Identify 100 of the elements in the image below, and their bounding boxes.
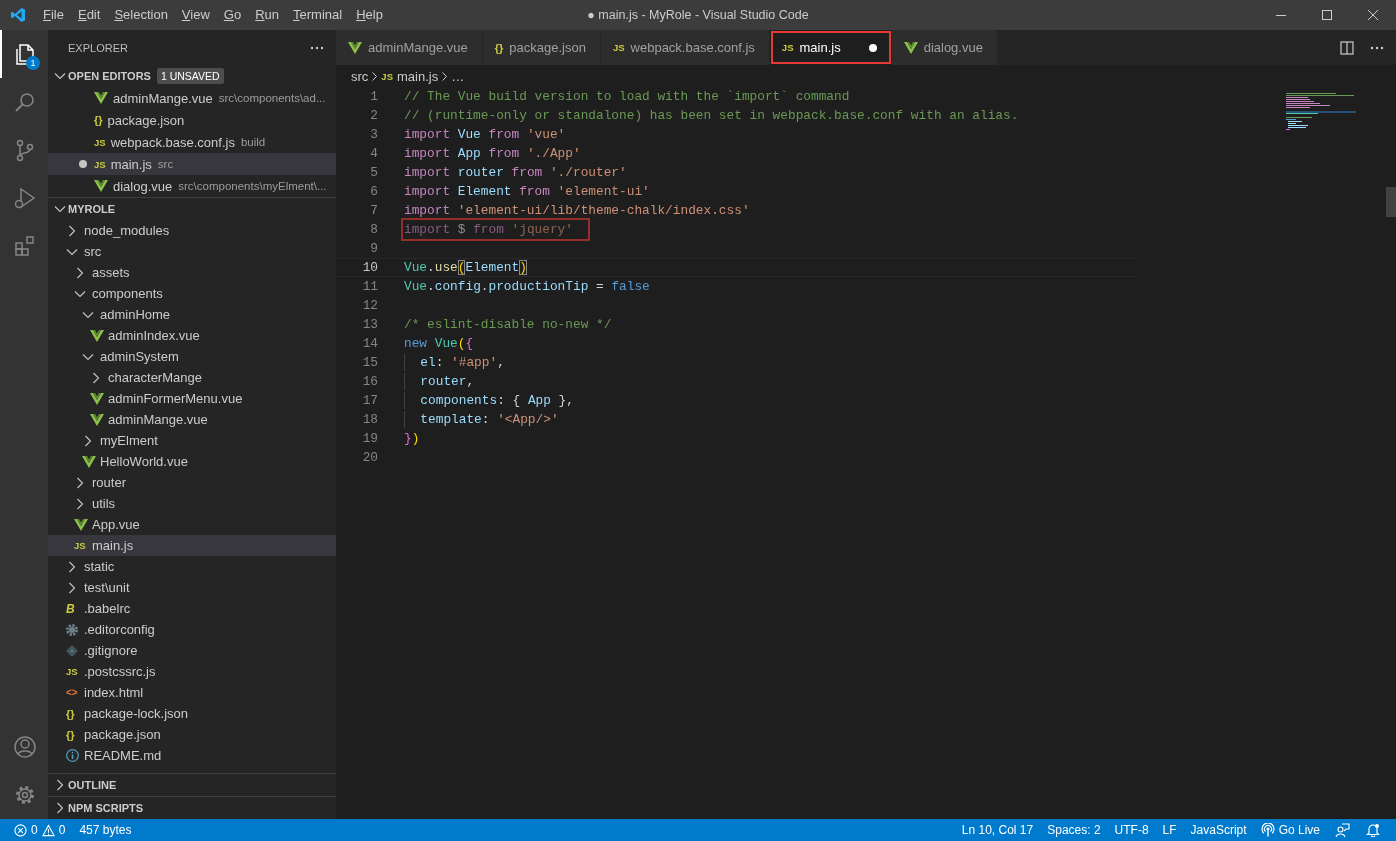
tree-item[interactable]: adminMange.vue (48, 409, 336, 430)
chevron-right-icon (54, 779, 66, 791)
chevron-down-icon (82, 310, 94, 319)
open-editor-item[interactable]: JS webpack.base.conf.js build (48, 131, 336, 153)
tree-item[interactable]: characterMange (48, 367, 336, 388)
line-number: 11 (361, 279, 379, 294)
tree-item[interactable]: static (48, 556, 336, 577)
breadcrumb-item[interactable]: main.js (396, 68, 439, 84)
extensions-icon[interactable] (13, 234, 37, 258)
play-bug-icon[interactable] (13, 186, 37, 210)
breadcrumb-item[interactable]: src (351, 68, 369, 84)
info-icon (66, 749, 79, 762)
js-file-icon: JS (66, 666, 78, 677)
tree-item[interactable]: {} package-lock.json (48, 703, 336, 724)
tree-item[interactable]: <> index.html (48, 682, 336, 703)
menu-item[interactable]: Run (248, 0, 287, 30)
maximize-icon[interactable] (1322, 10, 1332, 20)
code-line: // The Vue build version to load with the `import` command (404, 88, 850, 105)
tree-item[interactable]: {} package.json (48, 724, 336, 745)
account-icon[interactable] (13, 735, 37, 759)
line-number: 10 (361, 260, 379, 275)
line-number: 12 (361, 298, 379, 313)
tree-item[interactable]: .gitignore (48, 640, 336, 661)
open-editor-item[interactable]: dialog.vue src\components\myElment\... (48, 175, 336, 197)
vue-logo-icon (903, 41, 918, 54)
editor-tab[interactable]: JS main.js (769, 30, 892, 65)
tree-item[interactable]: B .babelrc (48, 598, 336, 619)
tree-item[interactable]: test\unit (48, 577, 336, 598)
code-line: import Vue from 'vue' (404, 126, 566, 143)
problems-indicator[interactable]: 0 0 (0, 819, 73, 841)
tree-item[interactable]: router (48, 472, 336, 493)
minimize-icon[interactable] (1276, 14, 1286, 16)
scrollbar-thumb[interactable] (1386, 187, 1396, 217)
line-number: 15 (361, 355, 379, 370)
tree-item[interactable]: components (48, 283, 336, 304)
more-icon[interactable] (310, 45, 324, 50)
go-live-button[interactable]: Go Live (1253, 819, 1327, 841)
status-item[interactable]: LF (1155, 819, 1184, 841)
vue-logo-icon (94, 92, 108, 104)
menu-item[interactable]: Help (349, 0, 390, 30)
section-header[interactable]: OUTLINE (48, 773, 336, 796)
chevron-right-icon (66, 224, 78, 237)
tree-item[interactable]: src (48, 241, 336, 262)
section-header[interactable]: OPEN EDITORS 1 UNSAVED (48, 65, 336, 87)
status-item[interactable]: 457 bytes (72, 819, 139, 841)
tree-item[interactable]: utils (48, 493, 336, 514)
vue-logo-icon (90, 392, 104, 405)
tree-item[interactable]: README.md (48, 745, 336, 766)
search-icon[interactable] (13, 90, 37, 114)
open-editor-item[interactable]: {} package.json (48, 109, 336, 131)
tree-item[interactable]: adminHome (48, 304, 336, 325)
editor-tab[interactable]: adminMange.vue (336, 30, 483, 65)
vue-logo-icon (90, 413, 104, 426)
code-line: Vue.use(Element) (404, 259, 527, 276)
editor-tab[interactable]: JS webpack.base.conf.js (600, 30, 770, 65)
tree-item[interactable]: HelloWorld.vue (48, 451, 336, 472)
open-editor-item[interactable]: JS main.js src (48, 153, 336, 175)
menu-item[interactable]: Edit (70, 0, 108, 30)
tree-item[interactable]: App.vue (48, 514, 336, 535)
tree-item[interactable]: myElment (48, 430, 336, 451)
vue-logo-icon (82, 455, 96, 468)
code-line: el: '#app', (404, 354, 505, 371)
menu-item[interactable]: Go (216, 0, 249, 30)
tree-item[interactable]: node_modules (48, 220, 336, 241)
status-item[interactable]: JavaScript (1183, 819, 1254, 841)
open-editor-item[interactable]: adminMange.vue src\components\ad... (48, 87, 336, 109)
status-item[interactable]: UTF-8 (1107, 819, 1156, 841)
section-header[interactable]: MYROLE (48, 197, 336, 220)
tree-item[interactable]: JS main.js (48, 535, 336, 556)
status-item[interactable]: Spaces: 2 (1040, 819, 1108, 841)
menu-item[interactable]: View (174, 0, 217, 30)
menu-item[interactable]: File (36, 0, 71, 30)
menu-item[interactable]: Selection (107, 0, 175, 30)
split-editor-icon[interactable] (1340, 40, 1354, 55)
error-count: 0 (31, 823, 38, 837)
more-icon[interactable] (1370, 45, 1384, 50)
close-icon[interactable] (1368, 10, 1378, 20)
tree-item[interactable]: assets (48, 262, 336, 283)
breadcrumb-item[interactable]: … (451, 68, 465, 84)
code-line: template: '<App/>' (404, 411, 559, 428)
app-logo-icon (10, 7, 26, 23)
files-icon[interactable] (13, 42, 37, 66)
editor-tab[interactable]: {} package.json (482, 30, 601, 65)
bell-icon[interactable] (1366, 823, 1380, 837)
vue-logo-icon (348, 41, 362, 54)
menu-item[interactable]: Terminal (286, 0, 350, 30)
js-file-icon: JS (381, 70, 393, 82)
tree-item[interactable]: adminIndex.vue (48, 325, 336, 346)
line-number: 1 (369, 89, 379, 104)
chevron-right-icon (66, 560, 78, 573)
status-item[interactable]: Ln 10, Col 17 (954, 819, 1041, 841)
settings-icon[interactable] (13, 783, 37, 807)
tree-item[interactable]: adminSystem (48, 346, 336, 367)
code-line: }) (404, 430, 420, 447)
line-number: 20 (361, 450, 379, 465)
person-chat-icon[interactable] (1335, 822, 1350, 838)
tree-item[interactable]: .editorconfig (48, 619, 336, 640)
tree-item[interactable]: adminFormerMenu.vue (48, 388, 336, 409)
editor-tab[interactable]: dialog.vue (891, 30, 998, 65)
tree-item[interactable]: JS .postcssrc.js (48, 661, 336, 682)
